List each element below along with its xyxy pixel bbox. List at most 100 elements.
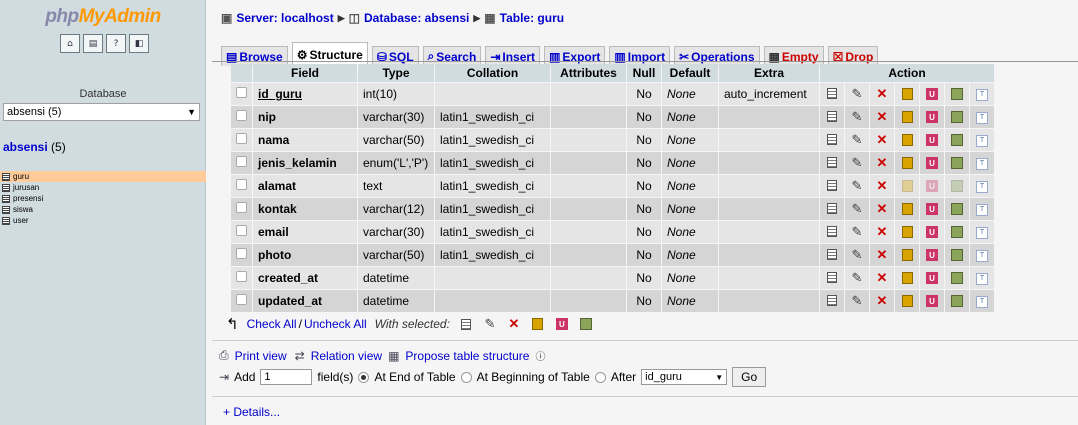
browse-icon[interactable] [824,293,840,309]
browse-icon[interactable] [824,201,840,217]
bulk-index-icon[interactable] [578,316,594,332]
bulk-drop-icon[interactable]: ✕ [506,316,522,332]
breadcrumb-server[interactable]: Server: localhost [236,11,333,25]
bulk-primary-icon[interactable] [530,316,546,332]
fulltext-icon[interactable]: T [974,225,990,241]
unique-icon[interactable]: U [924,224,940,240]
fulltext-icon[interactable]: T [974,156,990,172]
database-name[interactable]: absensi (5) [3,140,66,154]
primary-key-icon[interactable] [899,132,915,148]
edit-icon[interactable]: ✎ [849,109,865,125]
browse-icon[interactable] [824,86,840,102]
primary-key-icon[interactable] [899,270,915,286]
phpmyadmin-logo[interactable]: phpMyAdmin [0,6,206,28]
primary-key-icon[interactable] [899,201,915,217]
index-icon[interactable] [949,201,965,217]
unique-icon[interactable]: U [924,270,940,286]
index-icon[interactable] [949,132,965,148]
primary-key-icon[interactable] [899,178,915,194]
row-checkbox[interactable] [236,294,247,305]
unique-icon[interactable]: U [924,155,940,171]
drop-icon[interactable]: ✕ [874,109,890,125]
propose-structure-link[interactable]: Propose table structure [405,349,529,363]
table-row[interactable]: photo varchar(50) latin1_swedish_ci No None ✎… [231,244,994,266]
index-icon[interactable] [949,155,965,171]
primary-key-icon[interactable] [899,224,915,240]
row-checkbox[interactable] [236,248,247,259]
database-name-link[interactable]: absensi [3,140,48,154]
relation-view-link[interactable]: Relation view [311,349,382,363]
browse-icon[interactable] [824,224,840,240]
index-icon[interactable] [949,293,965,309]
browse-icon[interactable] [824,270,840,286]
edit-icon[interactable]: ✎ [849,155,865,171]
unique-icon[interactable]: U [924,86,940,102]
unique-icon[interactable]: U [924,201,940,217]
edit-icon[interactable]: ✎ [849,86,865,102]
table-row[interactable]: nip varchar(30) latin1_swedish_ci No None ✎ ✕ U… [231,106,994,128]
home-icon[interactable]: ⌂ [60,34,80,53]
radio-after[interactable] [594,371,606,383]
browse-icon[interactable] [824,178,840,194]
drop-icon[interactable]: ✕ [874,293,890,309]
fulltext-icon[interactable]: T [974,110,990,126]
sql-query-icon[interactable]: ▤ [83,34,103,53]
drop-icon[interactable]: ✕ [874,86,890,102]
radio-at-end[interactable] [358,371,370,383]
table-row[interactable]: updated_at datetime No None ✎ ✕ U T [231,290,994,312]
help-icon[interactable]: ⓘ [535,348,545,363]
database-select[interactable]: absensi (5) ▼ [3,103,200,121]
row-checkbox[interactable] [236,225,247,236]
table-item-presensi[interactable]: presensi [0,193,206,204]
browse-icon[interactable] [824,247,840,263]
edit-icon[interactable]: ✎ [849,178,865,194]
drop-icon[interactable]: ✕ [874,178,890,194]
drop-icon[interactable]: ✕ [874,201,890,217]
fulltext-icon[interactable]: T [974,294,990,310]
row-checkbox[interactable] [236,202,247,213]
table-item-guru[interactable]: guru [0,171,206,182]
edit-icon[interactable]: ✎ [849,224,865,240]
bulk-edit-icon[interactable]: ✎ [482,316,498,332]
docs-icon[interactable]: ? [106,34,126,53]
index-icon[interactable] [949,270,965,286]
unique-icon[interactable]: U [924,293,940,309]
row-checkbox[interactable] [236,87,247,98]
add-count-input[interactable]: 1 [260,369,313,385]
radio-at-beginning[interactable] [460,371,472,383]
primary-key-icon[interactable] [899,86,915,102]
index-icon[interactable] [949,178,965,194]
index-icon[interactable] [949,86,965,102]
sql-docs-icon[interactable]: ◧ [129,34,149,53]
drop-icon[interactable]: ✕ [874,224,890,240]
row-checkbox[interactable] [236,110,247,121]
row-checkbox[interactable] [236,179,247,190]
table-row[interactable]: created_at datetime No None ✎ ✕ U T [231,267,994,289]
unique-icon[interactable]: U [924,247,940,263]
unique-icon[interactable]: U [924,178,940,194]
fulltext-icon[interactable]: T [974,133,990,149]
primary-key-icon[interactable] [899,293,915,309]
fulltext-icon[interactable]: T [974,248,990,264]
browse-icon[interactable] [824,109,840,125]
primary-key-icon[interactable] [899,247,915,263]
uncheck-all-link[interactable]: Uncheck All [304,317,367,331]
table-row[interactable]: nama varchar(50) latin1_swedish_ci No None ✎ ✕… [231,129,994,151]
row-checkbox[interactable] [236,133,247,144]
index-icon[interactable] [949,247,965,263]
drop-icon[interactable]: ✕ [874,155,890,171]
fulltext-icon[interactable]: T [974,87,990,103]
bulk-browse-icon[interactable] [458,316,474,332]
table-item-jurusan[interactable]: jurusan [0,182,206,193]
after-field-select[interactable]: id_guru ▼ [641,369,728,385]
drop-icon[interactable]: ✕ [874,270,890,286]
breadcrumb-table[interactable]: Table: guru [500,11,564,25]
primary-key-icon[interactable] [899,109,915,125]
index-icon[interactable] [949,109,965,125]
check-all-link[interactable]: Check All [247,317,297,331]
browse-icon[interactable] [824,132,840,148]
table-row[interactable]: id_guru int(10) No None auto_increment ✎ ✕ U T [231,83,994,105]
table-row[interactable]: jenis_kelamin enum('L','P') latin1_swedish… [231,152,994,174]
unique-icon[interactable]: U [924,132,940,148]
edit-icon[interactable]: ✎ [849,247,865,263]
